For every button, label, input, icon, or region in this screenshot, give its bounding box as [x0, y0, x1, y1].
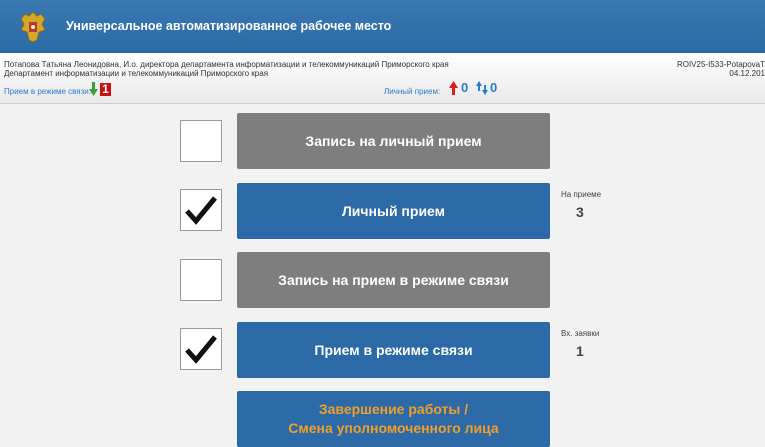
finish-work-button[interactable]: Завершение работы / Смена уполномоченног…	[237, 391, 550, 447]
remote-reception-button[interactable]: Прием в режиме связи	[237, 322, 550, 378]
incoming-requests-label: Вх. заявки	[561, 329, 600, 338]
user-department: Департамент информатизации и телекоммуни…	[4, 69, 269, 78]
checkmark-icon	[185, 196, 217, 225]
on-reception-count: 3	[576, 204, 584, 220]
remote-reception-badge: 1	[100, 83, 111, 96]
user-info-bar: Потапова Татьяна Леонидовна, И.о. директ…	[0, 53, 765, 104]
checkbox-personal-reception[interactable]	[180, 189, 222, 231]
incoming-requests-count: 1	[576, 343, 584, 359]
header-bar: Универсальное автоматизированное рабочее…	[0, 0, 765, 53]
checkbox-record-personal[interactable]	[180, 120, 222, 162]
up-down-arrows-icon	[476, 81, 488, 95]
current-date: 04.12.201	[729, 69, 765, 78]
change-authorized-person-label: Смена уполномоченного лица	[288, 420, 499, 436]
personal-reception-count: 0	[461, 80, 469, 95]
app-title: Универсальное автоматизированное рабочее…	[66, 19, 392, 33]
remote-reception-status-link[interactable]: Прием в режиме связи:	[4, 87, 91, 96]
on-reception-label: На приеме	[561, 190, 602, 199]
personal-reception-status-link[interactable]: Личный прием:	[384, 87, 440, 96]
checkbox-record-remote[interactable]	[180, 259, 222, 301]
arrow-up-red-icon	[449, 81, 458, 95]
checkbox-remote-reception[interactable]	[180, 328, 222, 370]
personal-reception-button[interactable]: Личный прием	[237, 183, 550, 239]
personal-queue-count: 0	[490, 80, 498, 95]
user-name-position: Потапова Татьяна Леонидовна, И.о. директ…	[4, 60, 449, 69]
workstation-id: ROIV25-I533-PotapovaT	[676, 60, 765, 69]
record-remote-reception-button[interactable]: Запись на прием в режиме связи	[237, 252, 550, 308]
coat-of-arms-icon	[20, 11, 46, 43]
record-personal-reception-button[interactable]: Запись на личный прием	[237, 113, 550, 169]
checkmark-icon	[185, 335, 217, 364]
finish-work-label: Завершение работы /	[318, 401, 469, 417]
arrow-down-green-icon	[89, 82, 98, 96]
